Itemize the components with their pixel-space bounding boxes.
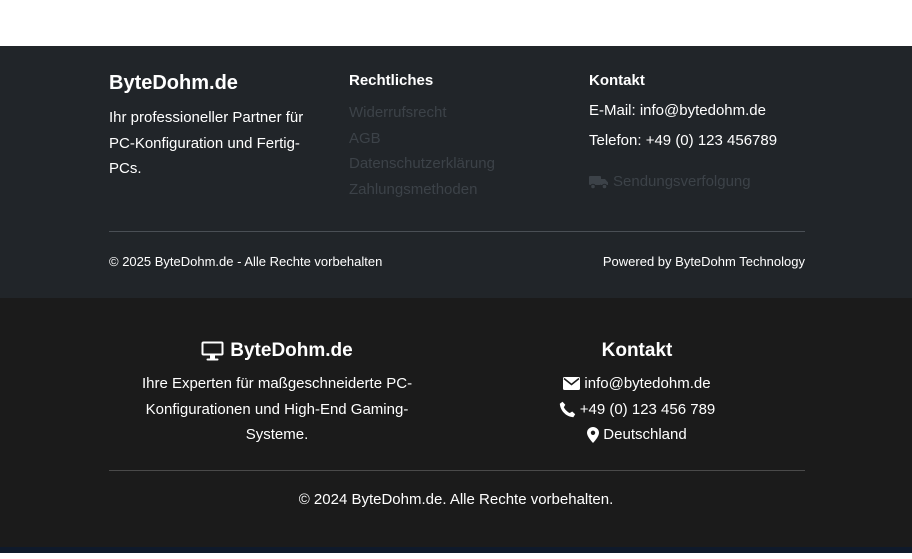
footer2-contact-email[interactable]: info@bytedohm.de <box>469 371 805 397</box>
footer2-brand-description: Ihre Experten für maßgeschneiderte PC-Ko… <box>141 375 413 443</box>
footer2-email-text: info@bytedohm.de <box>584 375 711 392</box>
powered-by: Powered by ByteDohm Technology <box>602 254 805 269</box>
link-widerrufsrecht[interactable]: Widerrufsrecht <box>349 100 495 126</box>
link-datenschutz[interactable]: Datenschutzerklärung <box>349 151 495 177</box>
page-content-top <box>0 0 912 46</box>
link-agb[interactable]: AGB <box>349 126 495 152</box>
footer2-phone-text: +49 (0) 123 456 789 <box>579 400 716 418</box>
tracking-link[interactable]: Sendungsverfolgung <box>589 173 751 190</box>
tracking-label: Sendungsverfolgung <box>613 173 751 190</box>
footer2-contact-list: info@bytedohm.de +49 (0) 123 456 789 Deu… <box>469 371 805 448</box>
envelope-icon <box>563 377 581 391</box>
footer-bottom-copyright: © 2024 ByteDohm.de. Alle Rechte vorbehal… <box>298 491 614 508</box>
footer-top-copyright: © 2025 ByteDohm.de - Alle Rechte vorbeha… <box>109 254 383 269</box>
link-zahlungsmethoden[interactable]: Zahlungsmethoden <box>349 177 495 203</box>
map-pin-icon <box>587 426 600 443</box>
footer2-contact-heading: Kontakt <box>601 340 673 361</box>
footer2-contact-phone[interactable]: +49 (0) 123 456 789 <box>469 397 805 423</box>
footer2-brand-title-row: ByteDohm.de <box>109 340 445 362</box>
footer2-contact-location: Deutschland <box>469 422 805 448</box>
footer-brand-title: ByteDohm.de <box>109 72 238 94</box>
footer-bottom-divider <box>109 470 805 471</box>
legal-links-list: Widerrufsrecht AGB Datenschutzerklärung … <box>349 100 495 203</box>
legal-heading: Rechtliches <box>349 72 434 89</box>
site-footer-top: ByteDohm.de Ihr professioneller Partner … <box>0 46 912 298</box>
phone-icon <box>559 401 576 418</box>
contact-phone[interactable]: Telefon: +49 (0) 123 456789 <box>589 132 777 149</box>
footer-top-divider <box>109 231 805 232</box>
contact-email[interactable]: E-Mail: info@bytedohm.de <box>589 102 766 119</box>
footer-brand-description: Ihr professioneller Partner für PC-Konfi… <box>109 109 304 177</box>
page-bottom-strip <box>0 547 912 553</box>
site-footer-bottom: ByteDohm.de Ihre Experten für maßgeschne… <box>0 298 912 553</box>
contact-heading: Kontakt <box>589 72 645 89</box>
footer2-brand-title: ByteDohm.de <box>230 340 353 361</box>
footer2-location-text: Deutschland <box>603 426 687 443</box>
truck-icon <box>589 174 609 190</box>
monitor-icon <box>201 341 224 361</box>
